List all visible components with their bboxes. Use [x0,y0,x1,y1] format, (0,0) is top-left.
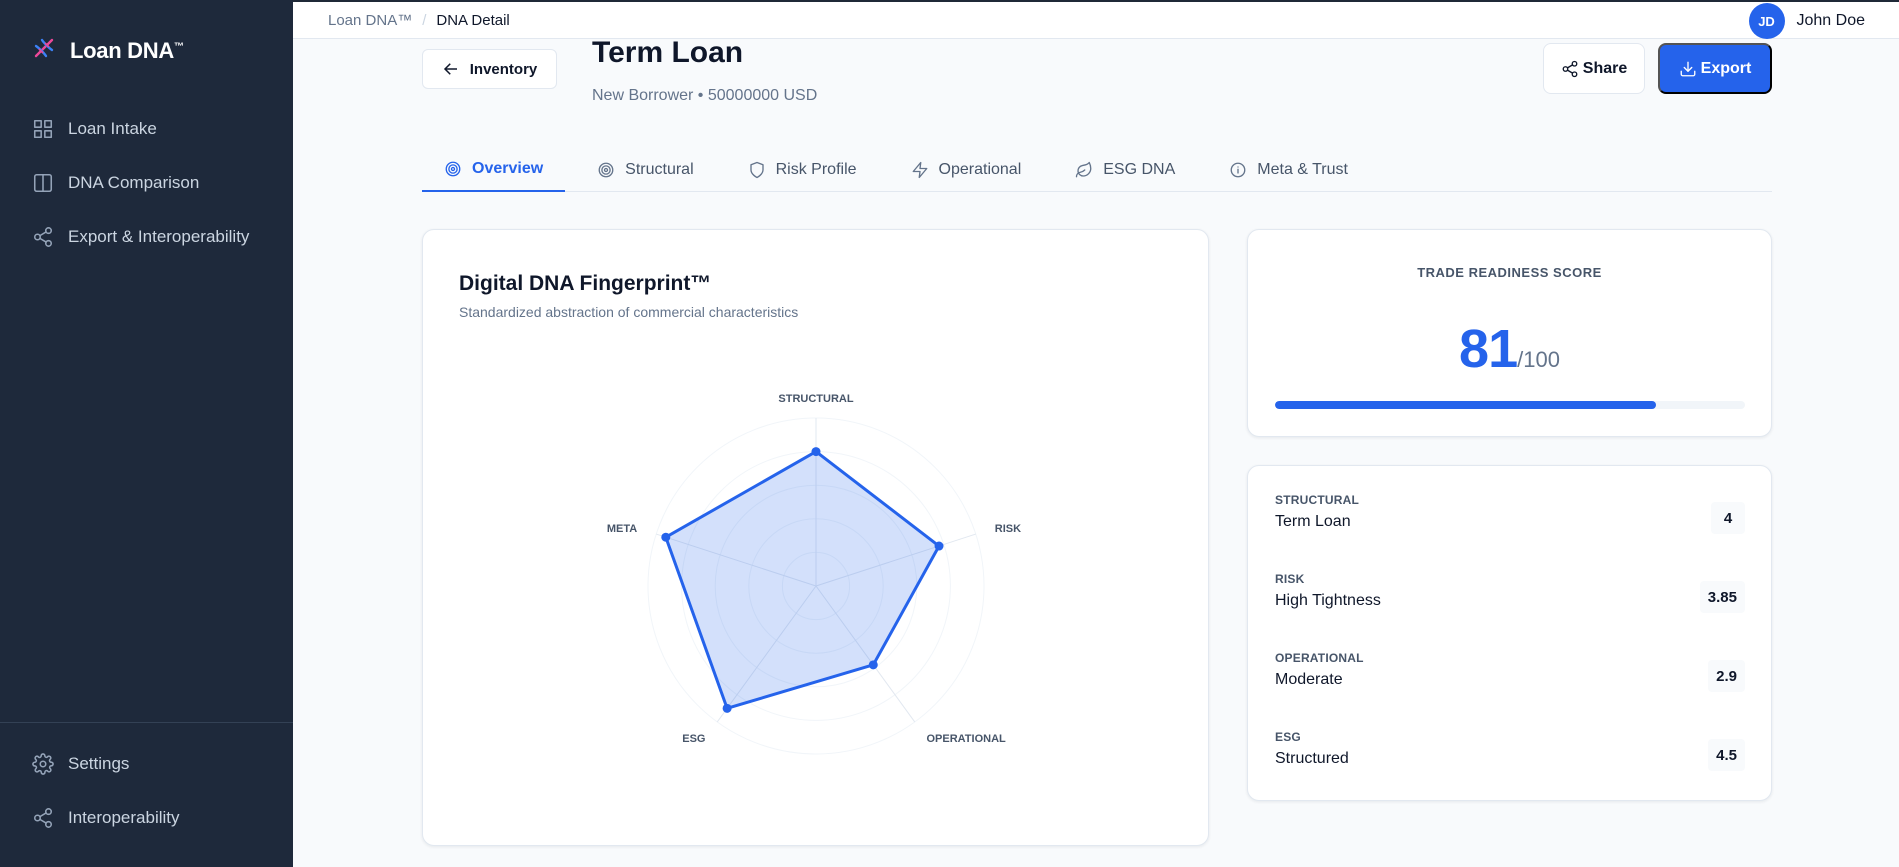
download-icon [1680,61,1696,76]
breadcrumb-separator: / [422,12,427,29]
radar-axis-label: OPERATIONAL [927,733,1007,745]
tab-meta-trust[interactable]: Meta & Trust [1207,148,1370,192]
tab-label: Risk Profile [775,161,857,178]
tab-esg-dna[interactable]: ESG DNA [1053,148,1197,192]
page-subtitle: New Borrower • 50000000 USD [592,87,818,104]
page-title: Term Loan [592,36,744,69]
target-icon [445,161,461,177]
leaf-icon [1076,161,1092,178]
user-menu[interactable]: JD John Doe [1748,3,1866,39]
dimension-score: 4.5 [1708,739,1745,771]
sidebar-item-label: Export & Interoperability [68,227,250,246]
share-button-label: Share [1582,59,1628,77]
sidebar-item-label: Interoperability [68,808,180,827]
score-value: 81 [1459,319,1518,379]
back-button-label: Inventory [469,60,538,78]
gear-icon [32,753,54,775]
dimension-label: OPERATIONAL [1275,651,1364,665]
radar-data-point [868,660,878,670]
dimension-value: High Tightness [1275,592,1381,609]
radar-axis-label: META [607,523,637,535]
dimension-value: Structured [1275,750,1349,767]
dimension-label: STRUCTURAL [1275,493,1359,507]
radar-axis-label: STRUCTURAL [778,393,853,405]
score-display: 81/100 [1248,318,1771,380]
tab-label: Structural [625,161,694,178]
dimension-row-structural: STRUCTURAL Term Loan 4 [1275,493,1745,543]
sidebar-item-label: Settings [68,754,130,773]
user-name: John Doe [1796,12,1866,29]
tab-bar: Overview Structural Risk Profile Operati… [422,148,1772,192]
fingerprint-card: Digital DNA Fingerprint™ Standardized ab… [422,229,1209,846]
tab-risk-profile[interactable]: Risk Profile [726,148,879,192]
dimension-score: 4 [1711,502,1745,534]
shield-icon [749,161,764,179]
export-button[interactable]: Export [1658,43,1772,94]
sidebar-divider [0,722,293,723]
dimension-score: 3.85 [1699,581,1745,613]
radar-data-point [661,532,671,542]
share-nodes-icon [1562,60,1578,77]
avatar[interactable]: JD [1748,3,1785,39]
tab-label: Meta & Trust [1257,161,1348,178]
export-button-label: Export [1700,59,1752,77]
score-max: /100 [1517,347,1560,372]
arrow-left-icon [443,63,457,75]
sidebar-item-label: DNA Comparison [68,173,200,192]
trade-readiness-card: TRADE READINESS SCORE 81/100 [1247,229,1772,437]
breadcrumb: Loan DNA™ / DNA Detail [328,12,510,29]
sidebar-item-export[interactable]: Export & Interoperability [32,226,249,248]
tab-label: ESG DNA [1103,161,1176,178]
dna-icon [30,34,58,67]
share-nodes-icon [33,808,53,828]
target-icon [598,162,614,178]
radar-axis-label: ESG [682,733,705,745]
dimensions-card: STRUCTURAL Term Loan 4 RISK High Tightne… [1247,465,1772,801]
score-progress-bar [1275,401,1745,409]
brand[interactable]: Loan DNA™ [30,34,184,67]
tab-label: Overview [472,160,544,177]
breadcrumb-root[interactable]: Loan DNA™ [328,12,412,29]
dimension-label: RISK [1275,572,1305,586]
dimension-score: 2.9 [1708,660,1745,692]
dimension-value: Term Loan [1275,513,1351,530]
columns-icon [33,173,53,193]
breadcrumb-current: DNA Detail [436,12,510,29]
dimension-row-risk: RISK High Tightness 3.85 [1275,572,1745,622]
radar-data-point [934,541,944,551]
sidebar: Loan DNA™ Loan Intake DNA Comparison Exp… [0,0,293,867]
tab-structural[interactable]: Structural [575,148,715,192]
sidebar-item-dna-comparison[interactable]: DNA Comparison [32,172,199,194]
dimension-value: Moderate [1275,671,1343,688]
sidebar-item-settings[interactable]: Settings [32,753,129,775]
tab-overview[interactable]: Overview [422,148,566,192]
tab-operational[interactable]: Operational [889,148,1044,192]
tab-label: Operational [938,161,1022,178]
info-icon [1230,162,1246,178]
dimension-label: ESG [1275,730,1301,744]
dimension-row-operational: OPERATIONAL Moderate 2.9 [1275,651,1745,701]
radar-chart: STRUCTURAL RISK OPERATIONAL ESG META [607,393,1021,755]
sidebar-item-interoperability[interactable]: Interoperability [32,807,180,829]
dimension-row-esg: ESG Structured 4.5 [1275,730,1745,780]
top-bar: Loan DNA™ / DNA Detail JD John Doe [293,0,1899,39]
radar-data-point [811,447,821,457]
bolt-icon [912,161,927,179]
sidebar-item-loan-intake[interactable]: Loan Intake [32,118,157,140]
grid-icon [33,119,53,139]
share-nodes-icon [33,227,53,247]
score-progress-fill [1275,401,1656,409]
sidebar-item-label: Loan Intake [68,119,157,138]
share-button[interactable]: Share [1543,43,1645,94]
radar-data-point [722,703,732,713]
radar-axis-label: RISK [995,523,1021,535]
back-to-inventory-button[interactable]: Inventory [422,49,557,89]
score-label: TRADE READINESS SCORE [1417,265,1602,280]
radar-series-area [664,450,941,710]
brand-name: Loan DNA™ [70,37,184,63]
